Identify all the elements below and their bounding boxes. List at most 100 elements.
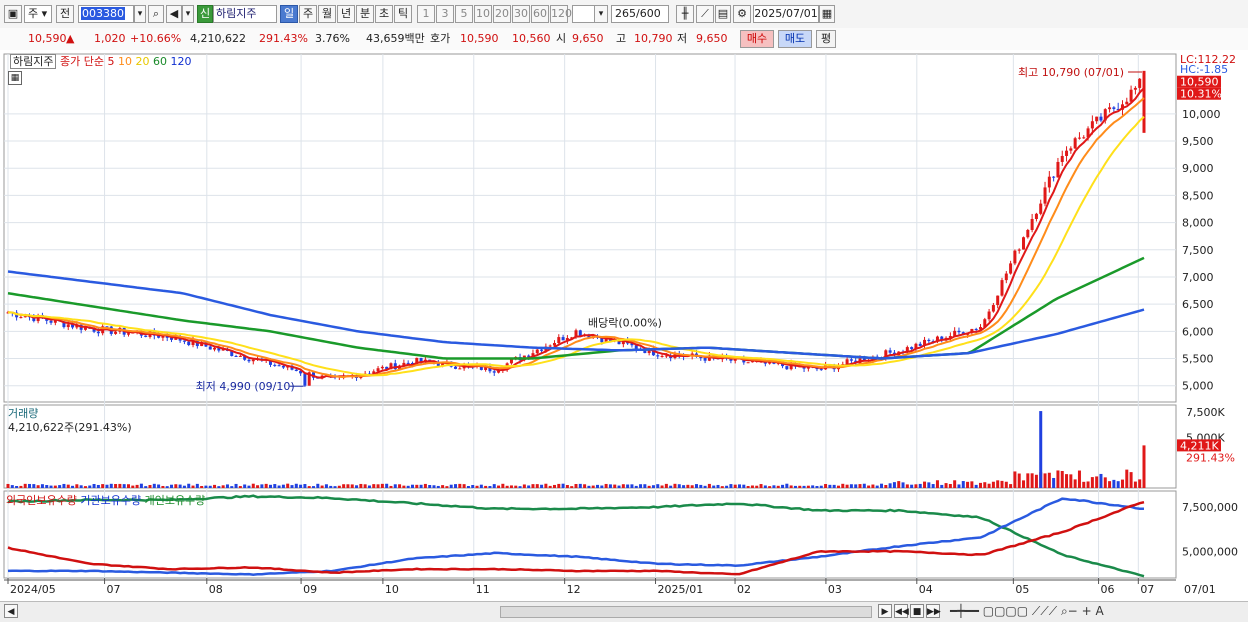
- fast-forward-icon[interactable]: ▶▶: [926, 604, 941, 618]
- period-tab-2[interactable]: 월: [318, 5, 336, 23]
- save-icon[interactable]: ▤: [715, 5, 731, 23]
- period-tab-6[interactable]: 틱: [394, 5, 412, 23]
- drawing-tools-icon[interactable]: ⟋⟋⟋: [1032, 604, 1057, 618]
- zoom-out-icon[interactable]: ⌕−: [1061, 604, 1078, 618]
- legend-institution: 기관보유수량: [80, 494, 142, 507]
- period-tab-1[interactable]: 주: [299, 5, 317, 23]
- search-icon[interactable]: ⌕: [148, 5, 164, 23]
- volume-bar: [660, 485, 664, 488]
- volume-bar: [596, 484, 600, 488]
- speaker-dropdown-icon[interactable]: ▾: [182, 5, 194, 23]
- volume-bar: [449, 484, 453, 488]
- volume-bar: [781, 484, 785, 488]
- interval-tab-5[interactable]: 5: [455, 5, 473, 23]
- stock-chart[interactable]: 5,000 5,500 6,000 6,500 7,000 7,500 8,000 8,500…: [0, 50, 1248, 601]
- interval-tab-60[interactable]: 60: [531, 5, 549, 23]
- scroll-thumb[interactable]: [500, 606, 872, 618]
- gear-icon[interactable]: ⚙: [733, 5, 751, 23]
- type-select-label: 주: [28, 7, 39, 20]
- price-tick-label: 5,000: [1182, 380, 1214, 393]
- period-tab-5[interactable]: 초: [375, 5, 393, 23]
- volume-bar: [785, 483, 789, 488]
- interval-tab-3[interactable]: 3: [436, 5, 454, 23]
- period-tab-3[interactable]: 년: [337, 5, 355, 23]
- chart-scrollbar[interactable]: ◀ ▶ ◀◀ ■ ▶▶ ━┿━━ ▢▢▢▢ ⟋⟋⟋ ⌕− + A: [0, 601, 1248, 622]
- count-field[interactable]: 265/600: [611, 5, 669, 23]
- volume-bar: [509, 485, 513, 488]
- scroll-right-icon[interactable]: ▶: [878, 604, 892, 618]
- x-tick-label: 04: [919, 583, 933, 596]
- volume-bar: [406, 485, 410, 488]
- candle-body: [1017, 249, 1021, 251]
- count-value: 265: [615, 7, 636, 20]
- line-tool-icon[interactable]: ⟋: [696, 5, 714, 23]
- volume-bar: [948, 483, 952, 488]
- interval-tab-120[interactable]: 120: [550, 5, 572, 23]
- interval-tab-30[interactable]: 30: [512, 5, 530, 23]
- volume-bar: [475, 485, 479, 488]
- volume-bar: [131, 485, 135, 488]
- volume-bar: [230, 486, 234, 488]
- candle-body: [182, 340, 186, 342]
- sell-button[interactable]: 매도: [778, 30, 812, 48]
- buy-button[interactable]: 매수: [740, 30, 774, 48]
- volume-bar: [970, 481, 974, 488]
- candle-body: [918, 343, 922, 346]
- volume-bar: [376, 484, 380, 488]
- ask-label: 호가: [430, 32, 451, 45]
- zoom-slider-icon[interactable]: ━┿━━: [950, 604, 979, 618]
- period-tab-4[interactable]: 분: [356, 5, 374, 23]
- volume-bar: [540, 484, 544, 488]
- candle-icon[interactable]: ╫: [676, 5, 694, 23]
- price-tick-label: 8,500: [1182, 189, 1214, 202]
- candle-body: [277, 365, 281, 367]
- all-button[interactable]: 전: [56, 5, 74, 23]
- font-size-icon[interactable]: A: [1095, 604, 1103, 618]
- volume-bar: [1069, 474, 1073, 488]
- calendar-icon[interactable]: ▦: [819, 5, 835, 23]
- period-tab-0[interactable]: 일: [280, 5, 298, 23]
- scroll-left-icon[interactable]: ◀: [4, 604, 18, 618]
- volume-bar: [888, 483, 892, 488]
- volume-bar: [944, 483, 948, 488]
- interval-dropdown-icon[interactable]: ▾: [594, 5, 608, 23]
- volume-bar: [832, 484, 836, 488]
- rewind-icon[interactable]: ◀◀: [894, 604, 909, 618]
- speaker-icon[interactable]: ◀: [166, 5, 182, 23]
- layout-icon[interactable]: ▣: [4, 5, 22, 23]
- volume-bar: [935, 480, 939, 488]
- volume-bar: [729, 484, 733, 488]
- chevron-down-icon[interactable]: ▾: [134, 5, 146, 23]
- stop-icon[interactable]: ■: [910, 604, 924, 618]
- candle-body: [1009, 263, 1013, 274]
- volume-ratio: 291.43%: [259, 32, 308, 45]
- volume-bar: [978, 482, 982, 488]
- volume-bar: [918, 483, 922, 488]
- legend-title[interactable]: 하림지주: [10, 54, 57, 69]
- code-input[interactable]: 003380: [78, 5, 134, 23]
- date-field[interactable]: 2025/07/01: [753, 5, 819, 23]
- eval-button[interactable]: 평: [816, 30, 836, 48]
- interval-tab-10[interactable]: 10: [474, 5, 492, 23]
- stock-name: 하림지주: [213, 5, 277, 23]
- volume-bar: [578, 483, 582, 488]
- candle-body: [1133, 87, 1137, 90]
- zoom-in-icon[interactable]: +: [1082, 604, 1092, 618]
- x-tick-label: 08: [209, 583, 223, 596]
- candle-body: [96, 331, 100, 334]
- layout-tools-icon[interactable]: ▢▢▢▢: [983, 604, 1028, 618]
- candle-body: [910, 347, 914, 350]
- candle-body: [126, 333, 130, 335]
- table-icon[interactable]: ▦: [8, 71, 22, 85]
- volume-bar: [621, 484, 625, 488]
- interval-tab-1[interactable]: 1: [417, 5, 435, 23]
- volume-bar: [367, 485, 371, 488]
- volume-bar: [161, 485, 165, 488]
- volume-bar: [845, 484, 849, 488]
- change: 1,020: [94, 32, 126, 45]
- type-select[interactable]: 주 ▾: [24, 5, 52, 23]
- interval-tab-20[interactable]: 20: [493, 5, 511, 23]
- candle-body: [1030, 218, 1034, 230]
- volume-bar: [953, 480, 957, 488]
- volume-bar: [716, 484, 720, 488]
